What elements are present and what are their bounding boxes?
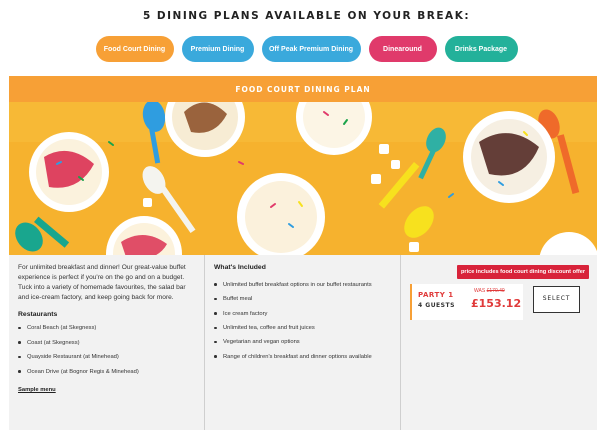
list-item: Ice cream factory [214,310,391,318]
sample-menu-link[interactable]: Sample menu [18,386,56,394]
party-price-box: PARTY 1 4 GUESTS WAS £170.40 £153.12 [410,284,523,320]
dining-plan-card: FOOD COURT DINING PLAN For unlimited bre… [9,76,597,430]
list-item: Buffet meal [214,295,391,303]
list-item: Coast (at Skegness) [18,339,195,347]
included-title: What's Included [214,264,266,271]
dining-plan-tabs: Food Court Dining Premium Dining Off Pea… [0,36,613,62]
plan-banner: FOOD COURT DINING PLAN [9,76,597,102]
was-amount: £170.40 [486,288,505,294]
plan-description: For unlimited breakfast and dinner! Our … [18,264,186,301]
page-heading: 5 DINING PLANS AVAILABLE ON YOUR BREAK: [142,10,471,22]
list-item: Unlimited buffet breakfast options in ou… [214,281,391,289]
select-button[interactable]: SELECT [533,286,580,313]
tab-premium-dining[interactable]: Premium Dining [181,36,254,62]
guests-label: 4 GUESTS [418,302,455,309]
list-item: Coral Beach (at Skegness) [18,324,195,332]
restaurants-title: Restaurants [18,310,58,318]
restaurants-list: Coral Beach (at Skegness) Coast (at Skeg… [18,324,195,376]
tab-dinearound[interactable]: Dinearound [368,36,437,62]
hero-image-ice-cream [9,102,597,255]
list-item: Unlimited tea, coffee and fruit juices [214,324,391,332]
plan-details: For unlimited breakfast and dinner! Our … [9,255,597,430]
was-label: WAS [474,288,486,294]
was-price: WAS £170.40 [474,288,505,295]
list-item: Quayside Restaurant (at Minehead) [18,353,195,361]
list-item: Range of children's breakfast and dinner… [214,353,391,361]
included-column: What's Included Unlimited buffet breakfa… [205,255,401,430]
list-item: Vegetarian and vegan options [214,338,391,346]
current-price: £153.12 [471,297,522,310]
list-item: Ocean Drive (at Bognor Regis & Minehead) [18,368,195,376]
party-label: PARTY 1 [418,291,454,299]
pricing-column: price includes food court dining discoun… [401,255,597,430]
tab-drinks-package[interactable]: Drinks Package [444,36,518,62]
description-column: For unlimited breakfast and dinner! Our … [9,255,205,430]
included-list: Unlimited buffet breakfast options in ou… [214,281,391,361]
tab-food-court-dining[interactable]: Food Court Dining [95,36,174,62]
discount-badge: price includes food court dining discoun… [457,265,589,280]
tab-off-peak-premium-dining[interactable]: Off Peak Premium Dining [261,36,361,62]
